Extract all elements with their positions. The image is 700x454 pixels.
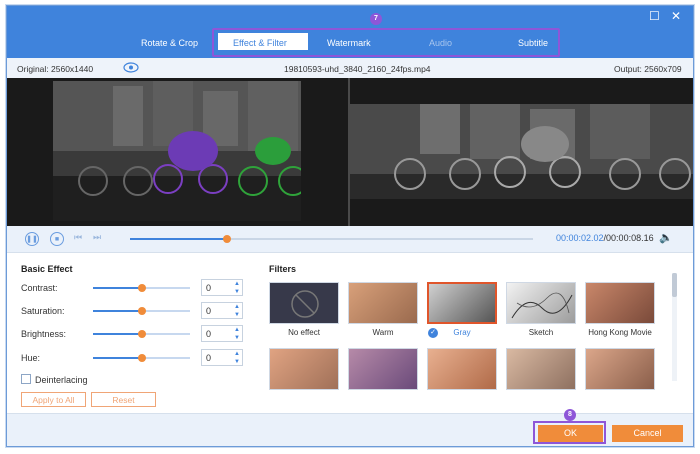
tab-rotate-crop[interactable]: Rotate & Crop [141, 38, 198, 48]
file-name: 19810593-uhd_3840_2160_24fps.mp4 [284, 64, 431, 74]
output-resolution: Output: 2560x709 [614, 64, 682, 74]
hue-label: Hue: [21, 353, 41, 363]
brightness-stepper[interactable]: 0 ▲ ▼ [201, 325, 243, 342]
brightness-slider-fill [93, 333, 142, 335]
cancel-button[interactable]: Cancel [612, 425, 683, 442]
filter-hong-kong-movie-label: Hong Kong Movie [588, 328, 652, 337]
step-badge-ok: 8 [564, 409, 576, 421]
current-time: 00:00:02.02 [556, 233, 604, 243]
brightness-slider[interactable] [93, 330, 190, 338]
filter-thumbnail[interactable] [506, 348, 576, 390]
volume-icon[interactable]: 🔈 [659, 231, 673, 244]
settings-panel: Basic Effect Contrast: 0 ▲ ▼ Saturation: 0… [7, 253, 693, 413]
stepper-arrows-icon[interactable]: ▲ ▼ [234, 280, 240, 296]
close-icon[interactable]: ✕ [671, 10, 681, 22]
tabs-highlight-box [212, 28, 560, 57]
output-preview [350, 104, 693, 199]
next-frame-icon[interactable]: ⏭ [93, 232, 101, 243]
preview-area [7, 78, 693, 226]
info-bar: Original: 2560x1440 19810593-uhd_3840_21… [7, 58, 693, 79]
previous-frame-icon[interactable]: ⏮ [74, 232, 82, 243]
filter-sketch-thumbnail[interactable] [506, 282, 576, 324]
dialog-footer: OK 8 Cancel [7, 409, 693, 446]
saturation-slider-fill [93, 310, 142, 312]
original-preview [53, 81, 301, 221]
stop-icon[interactable]: ■ [50, 232, 64, 246]
saturation-label: Saturation: [21, 306, 65, 316]
filters-title: Filters [269, 264, 297, 274]
eye-icon[interactable] [123, 62, 139, 75]
brightness-value[interactable]: 0 [206, 329, 211, 339]
deinterlacing-label: Deinterlacing [35, 375, 88, 385]
saturation-slider[interactable] [93, 307, 190, 315]
brightness-label: Brightness: [21, 329, 67, 339]
filter-sketch-label: Sketch [528, 328, 554, 337]
hue-stepper[interactable]: 0 ▲ ▼ [201, 349, 243, 366]
effect-filter-dialog: ☐ ✕ Rotate & Crop Effect & Filter Waterm… [6, 5, 694, 447]
saturation-slider-handle[interactable] [137, 307, 146, 315]
contrast-slider-handle[interactable] [137, 284, 146, 292]
filter-thumbnail[interactable] [427, 348, 497, 390]
saturation-value[interactable]: 0 [206, 306, 211, 316]
stepper-arrows-icon[interactable]: ▲ ▼ [234, 326, 240, 342]
brightness-slider-handle[interactable] [137, 330, 146, 338]
hue-slider-handle[interactable] [137, 354, 146, 362]
filter-thumbnail[interactable] [348, 348, 418, 390]
filters-scrollbar[interactable] [672, 273, 677, 381]
filter-thumbnail[interactable] [585, 348, 655, 390]
deinterlacing-checkbox[interactable] [21, 374, 31, 384]
filter-gray-thumbnail[interactable] [427, 282, 497, 324]
original-resolution: Original: 2560x1440 [17, 64, 94, 74]
stepper-arrows-icon[interactable]: ▲ ▼ [234, 350, 240, 366]
maximize-icon[interactable]: ☐ [649, 10, 660, 22]
filters-scrollbar-thumb[interactable] [672, 273, 677, 297]
total-time: /00:00:08.16 [603, 233, 654, 243]
apply-to-all-button[interactable]: Apply to All [21, 392, 86, 407]
ok-highlight-box [533, 421, 606, 444]
dialog-header: ☐ ✕ Rotate & Crop Effect & Filter Waterm… [7, 6, 693, 58]
saturation-stepper[interactable]: 0 ▲ ▼ [201, 302, 243, 319]
playback-controls: ❚❚ ■ ⏮ ⏭ 00:00:02.02/00:00:08.16 🔈 [7, 226, 693, 253]
pause-icon[interactable]: ❚❚ [25, 232, 39, 246]
basic-effect-title: Basic Effect [21, 264, 73, 274]
stepper-arrows-icon[interactable]: ▲ ▼ [234, 303, 240, 319]
hue-slider[interactable] [93, 354, 190, 362]
step-badge-tabs: 7 [370, 13, 382, 25]
contrast-slider-fill [93, 287, 142, 289]
seek-bar-progress [130, 238, 227, 240]
contrast-value[interactable]: 0 [206, 283, 211, 293]
filter-no-effect-thumbnail[interactable] [269, 282, 339, 324]
contrast-label: Contrast: [21, 283, 58, 293]
filter-gray-label: Gray [453, 328, 471, 337]
contrast-slider[interactable] [93, 284, 190, 292]
hue-slider-fill [93, 357, 142, 359]
contrast-stepper[interactable]: 0 ▲ ▼ [201, 279, 243, 296]
filter-hong-kong-movie-thumbnail[interactable] [585, 282, 655, 324]
reset-button[interactable]: Reset [91, 392, 156, 407]
filter-no-effect-label: No effect [288, 328, 320, 337]
hue-value[interactable]: 0 [206, 353, 211, 363]
seek-bar-handle[interactable] [222, 235, 231, 243]
filter-warm-label: Warm [372, 328, 394, 337]
filter-warm-thumbnail[interactable] [348, 282, 418, 324]
seek-bar[interactable] [130, 235, 533, 243]
timecode: 00:00:02.02/00:00:08.16 [556, 233, 654, 243]
filter-thumbnail[interactable] [269, 348, 339, 390]
